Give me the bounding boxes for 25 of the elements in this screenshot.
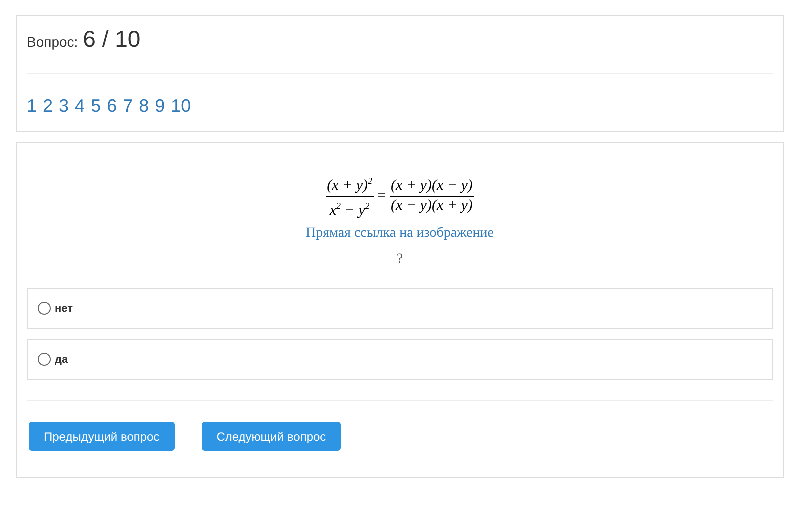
answer-option[interactable]: да [27, 339, 773, 380]
page-link[interactable]: 2 [43, 96, 54, 117]
page-link[interactable]: 7 [123, 96, 134, 117]
radio-button[interactable] [38, 353, 51, 366]
page-link[interactable]: 9 [155, 96, 166, 117]
page-link[interactable]: 6 [107, 96, 118, 117]
equals-sign: = [378, 188, 386, 205]
answer-option[interactable]: нет [27, 288, 773, 329]
page-link[interactable]: 10 [171, 96, 192, 117]
previous-button[interactable]: Предыдущий вопрос [29, 422, 175, 451]
question-counter: 6 / 10 [83, 26, 141, 53]
formula-numerator: (x + y)$^{2}$ [326, 173, 374, 197]
page-link[interactable]: 3 [59, 96, 70, 117]
page-link[interactable]: 8 [139, 96, 150, 117]
image-link[interactable]: Прямая ссылка на изображение [306, 226, 494, 241]
formula-denominator: x$^{2}$ − y$^{2}$ [328, 200, 371, 220]
formula-numerator: (x + y)(x − y) [390, 178, 474, 197]
question-label: Вопрос: [27, 34, 78, 50]
next-button[interactable]: Следующий вопрос [202, 422, 342, 451]
radio-button[interactable] [38, 302, 51, 315]
question-prompt: ? [396, 252, 404, 267]
page-link[interactable]: 4 [75, 96, 86, 117]
page-link[interactable]: 1 [27, 96, 38, 117]
formula-denominator: (x − y)(x + y) [390, 197, 474, 215]
page-link[interactable]: 5 [91, 96, 102, 117]
